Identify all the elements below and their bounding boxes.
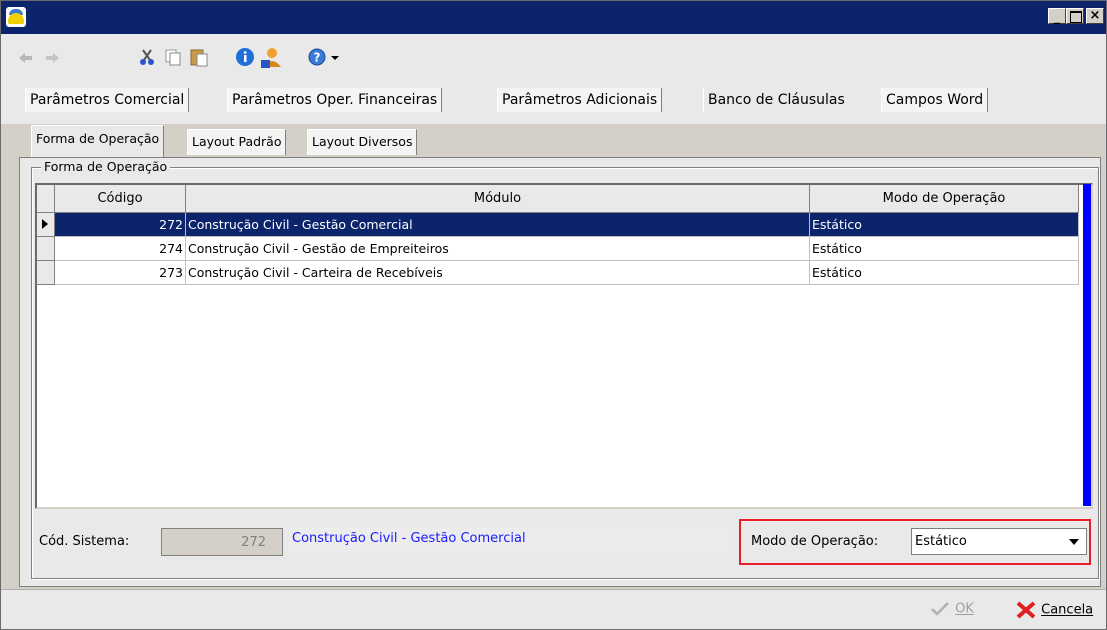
- group-label: Forma de Operação: [41, 160, 171, 174]
- redo-icon[interactable]: [43, 47, 63, 67]
- close-button[interactable]: ×: [1086, 8, 1104, 24]
- tab-label: Parâmetros Oper. Financeiras: [232, 92, 438, 108]
- tab-campos-word[interactable]: Campos Word: [881, 88, 989, 112]
- select-value: Estático: [915, 534, 967, 549]
- cell-codigo[interactable]: 274: [55, 237, 186, 261]
- subtab-label: Layout Diversos: [312, 134, 413, 149]
- app-window: _ × ? Parâmetros Comercial Parâmetros Op…: [0, 0, 1107, 630]
- minimize-button[interactable]: _: [1048, 8, 1066, 24]
- modo-operacao-label: Modo de Operação:: [751, 534, 879, 549]
- grid-corner: [37, 185, 55, 213]
- vertical-scrollbar[interactable]: [1083, 184, 1091, 506]
- tab-label: Banco de Cláusulas: [708, 92, 845, 108]
- subtab-layout-diversos[interactable]: Layout Diversos: [307, 129, 418, 155]
- row-indicator: [37, 237, 55, 261]
- tab-parametros-adicionais[interactable]: Parâmetros Adicionais: [497, 88, 663, 112]
- ok-button[interactable]: OK: [929, 601, 974, 618]
- ok-label: OK: [955, 601, 974, 617]
- data-grid[interactable]: Código Módulo Modo de Operação 272 Const…: [35, 183, 1093, 509]
- app-logo-icon: [6, 7, 26, 27]
- tab-label: Campos Word: [886, 92, 984, 108]
- maximize-button[interactable]: [1066, 8, 1084, 24]
- user-icon[interactable]: [259, 47, 281, 68]
- title-bar[interactable]: _ ×: [1, 1, 1106, 34]
- tab-label: Parâmetros Comercial: [30, 92, 185, 108]
- dropdown-arrow-icon[interactable]: [329, 47, 349, 67]
- cell-modulo[interactable]: Construção Civil - Carteira de Recebívei…: [186, 261, 810, 285]
- tab-parametros-comercial[interactable]: Parâmetros Comercial: [25, 88, 190, 112]
- chevron-down-icon[interactable]: [1069, 539, 1079, 545]
- cell-modulo[interactable]: Construção Civil - Gestão de Empreiteiro…: [186, 237, 810, 261]
- cancel-button[interactable]: Cancela: [1015, 601, 1093, 619]
- subtab-label: Forma de Operação: [36, 131, 160, 146]
- column-header-modulo[interactable]: Módulo: [186, 185, 810, 213]
- tab-banco-de-clausulas[interactable]: Banco de Cláusulas: [703, 88, 849, 112]
- cell-modulo[interactable]: Construção Civil - Gestão Comercial: [186, 213, 810, 237]
- cell-codigo[interactable]: 273: [55, 261, 186, 285]
- cell-modo[interactable]: Estático: [810, 261, 1079, 285]
- cancel-x-icon: [1016, 601, 1036, 619]
- cell-codigo[interactable]: 272: [55, 213, 186, 237]
- row-indicator: [37, 213, 55, 237]
- modo-operacao-select[interactable]: Estático: [911, 528, 1087, 555]
- cut-icon[interactable]: [137, 47, 157, 67]
- column-header-modo[interactable]: Modo de Operação: [810, 185, 1079, 213]
- checkmark-icon: [931, 602, 949, 616]
- main-tabs: Parâmetros Comercial Parâmetros Oper. Fi…: [1, 80, 1106, 124]
- subtab-layout-padrao[interactable]: Layout Padrão: [187, 129, 287, 155]
- toolbar: ?: [1, 34, 1106, 80]
- modulo-field: Construção Civil - Gestão Comercial: [289, 528, 729, 553]
- subtab-label: Layout Padrão: [192, 134, 282, 149]
- column-header-codigo[interactable]: Código: [55, 185, 186, 213]
- undo-icon[interactable]: [15, 47, 35, 67]
- info-icon[interactable]: [235, 47, 255, 67]
- cancel-label: Cancela: [1041, 602, 1094, 618]
- tab-parametros-oper-financeiras[interactable]: Parâmetros Oper. Financeiras: [227, 88, 443, 112]
- help-icon[interactable]: ?: [307, 47, 327, 67]
- tab-label: Parâmetros Adicionais: [502, 92, 658, 108]
- subtab-forma-de-operacao[interactable]: Forma de Operação: [31, 125, 165, 157]
- cell-modo[interactable]: Estático: [810, 213, 1079, 237]
- svg-text:?: ?: [314, 51, 321, 65]
- row-indicator: [37, 261, 55, 285]
- copy-icon[interactable]: [163, 47, 183, 67]
- cell-modo[interactable]: Estático: [810, 237, 1079, 261]
- paste-icon[interactable]: [189, 47, 209, 67]
- cod-sistema-field: 272: [161, 528, 283, 556]
- cod-sistema-label: Cód. Sistema:: [39, 534, 130, 549]
